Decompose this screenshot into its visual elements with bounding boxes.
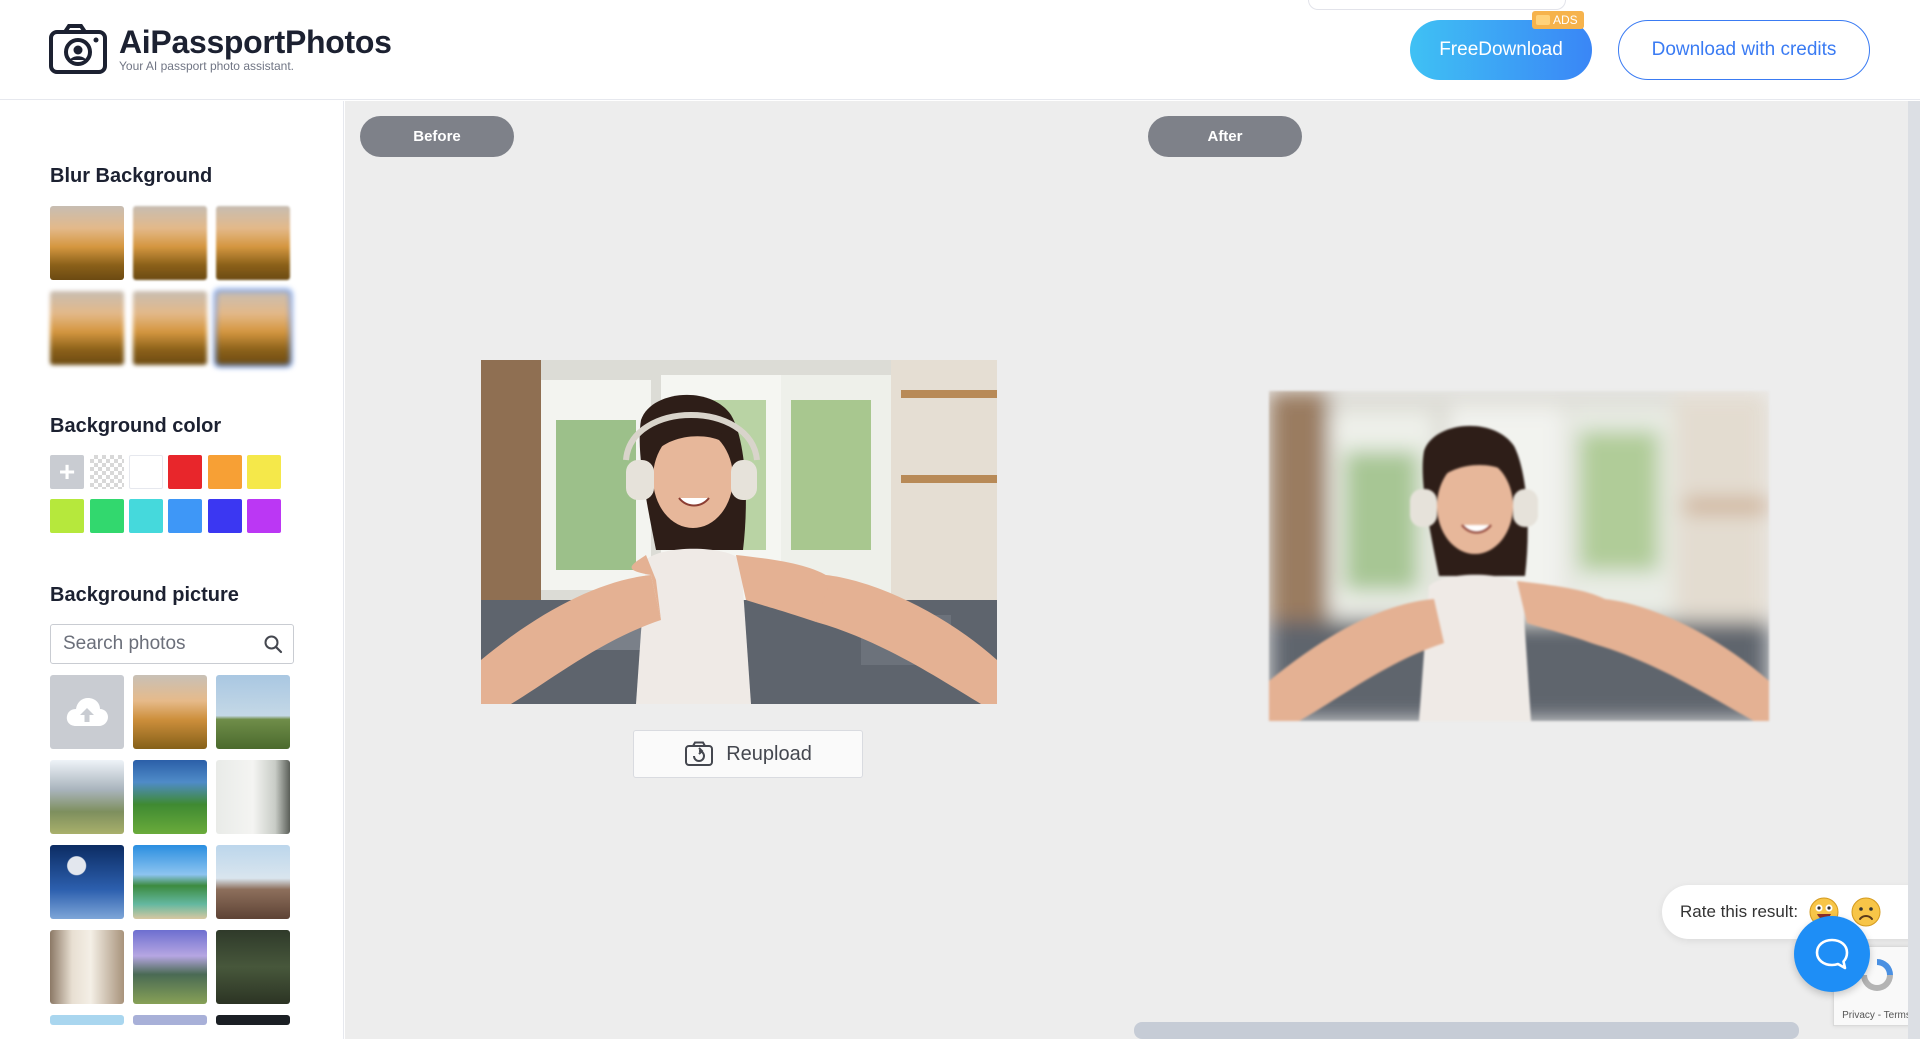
bg-picture-window-curtain[interactable] [50,930,124,1004]
edit-sidebar: Blur Background Background color + Backg… [0,101,344,1039]
vertical-scrollbar[interactable] [1908,101,1920,1039]
cloud-upload-icon [66,698,108,726]
after-photo [1269,391,1769,721]
blur-option-1[interactable] [50,206,124,280]
after-tag: After [1148,116,1302,157]
download-with-credits-button[interactable]: Download with credits [1618,20,1870,80]
ads-badge-label: ADS [1553,13,1578,27]
upload-background-tile[interactable] [50,675,124,749]
blur-option-5[interactable] [133,291,207,365]
bg-picture-partial-3[interactable] [216,1015,290,1025]
blur-option-2[interactable] [133,206,207,280]
color-purple[interactable] [247,499,281,533]
selfie-after-image [1269,391,1769,721]
bg-picture-partial-2[interactable] [133,1015,207,1025]
bg-picture-mountains[interactable] [50,760,124,834]
custom-color-plus-icon[interactable]: + [50,455,84,489]
horizontal-scrollbar[interactable] [1134,1022,1799,1039]
blur-option-4[interactable] [50,291,124,365]
free-download-button[interactable]: FreeDownload [1410,20,1592,80]
selfie-before-image [481,360,997,704]
color-orange[interactable] [208,455,242,489]
background-color-title: Background color [50,415,222,437]
recaptcha-privacy-terms[interactable]: Privacy - Terms [1834,1010,1919,1021]
bg-picture-sunset-field[interactable] [133,675,207,749]
search-icon[interactable] [263,634,283,654]
photo-search-box [50,624,294,664]
top-header: AiPassportPhotos Your AI passport photo … [0,0,1920,100]
bg-picture-green-hills[interactable] [133,760,207,834]
brand-title: AiPassportPhotos [119,24,392,60]
camera-logo-icon [49,24,107,74]
support-chat-button[interactable] [1794,916,1870,992]
bg-picture-lone-tree[interactable] [216,675,290,749]
camera-refresh-icon [685,741,714,766]
rate-result-widget: Rate this result: [1662,885,1920,939]
ads-icon [1536,15,1550,25]
color-lime[interactable] [50,499,84,533]
bg-picture-car-tree[interactable] [133,845,207,919]
before-photo [481,360,997,704]
reupload-label: Reupload [726,742,812,765]
color-yellow[interactable] [247,455,281,489]
photo-search-input[interactable] [51,625,251,663]
blur-option-6-selected[interactable] [214,289,292,367]
bg-picture-dark-forest[interactable] [216,930,290,1004]
bg-picture-moon-sky[interactable] [50,845,124,919]
preview-area: Before After Reupload Rate this result: … [345,101,1920,1039]
bg-picture-bright-room[interactable] [216,760,290,834]
blur-option-3[interactable] [216,206,290,280]
blur-background-title: Blur Background [50,165,213,187]
ads-badge: ADS [1532,11,1584,29]
brand-subtitle: Your AI passport photo assistant. [119,59,295,73]
color-transparent[interactable] [90,455,124,489]
color-green[interactable] [90,499,124,533]
chat-bubble-icon [1815,938,1849,970]
bg-picture-purple-valley[interactable] [133,930,207,1004]
background-picture-title: Background picture [50,584,239,606]
color-red[interactable] [168,455,202,489]
bg-picture-field-dusk[interactable] [216,845,290,919]
brand-logo[interactable]: AiPassportPhotos Your AI passport photo … [49,24,392,74]
color-white[interactable] [129,455,163,489]
rate-result-label: Rate this result: [1680,902,1799,921]
color-blue[interactable] [168,499,202,533]
ads-popup-edge [1308,0,1566,10]
color-cyan[interactable] [129,499,163,533]
bg-picture-partial-1[interactable] [50,1015,124,1025]
reupload-button[interactable]: Reupload [633,730,863,778]
color-indigo[interactable] [208,499,242,533]
before-tag: Before [360,116,514,157]
